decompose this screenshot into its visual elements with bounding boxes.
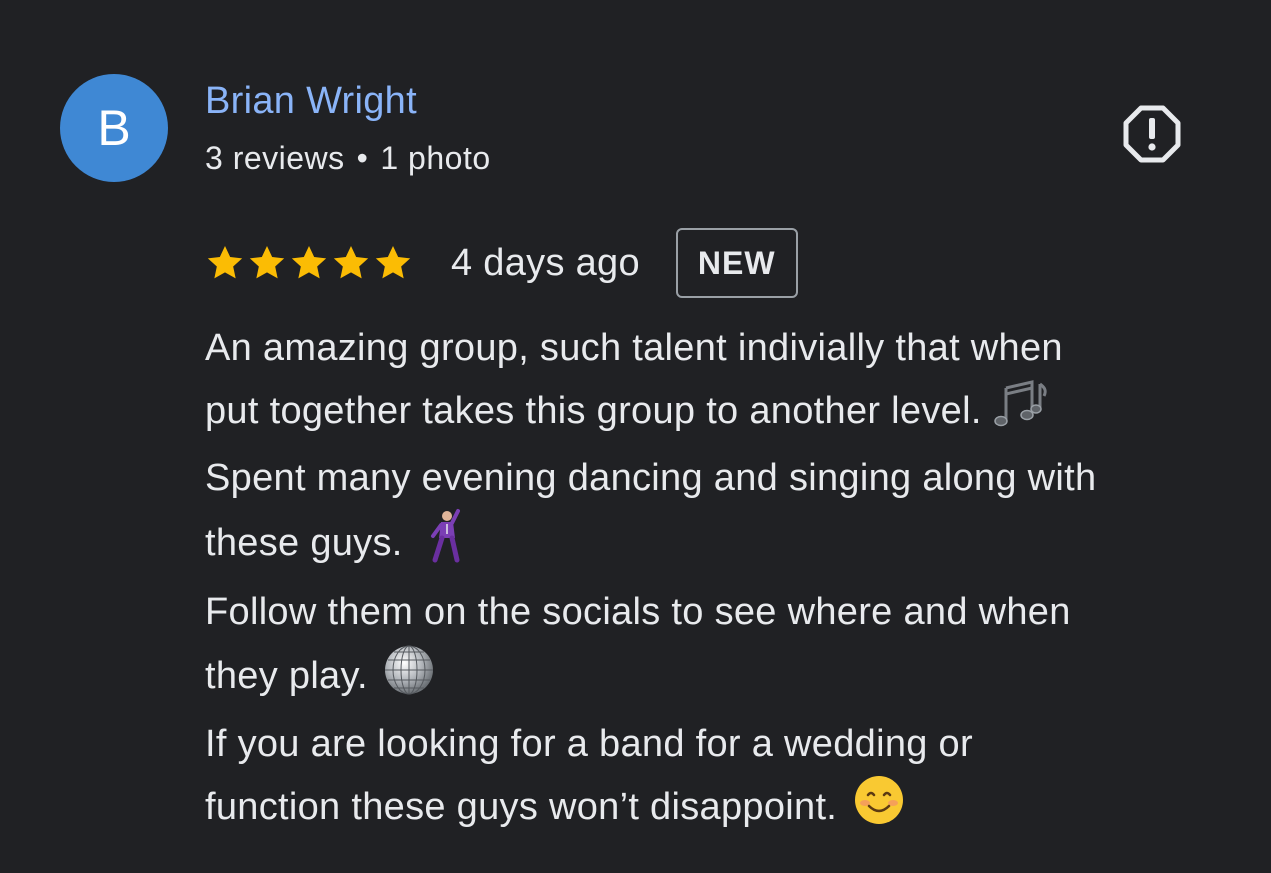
star-rating (205, 243, 413, 283)
star-icon (249, 246, 285, 279)
photos-count: 1 photo (380, 140, 491, 176)
author-name-link[interactable]: Brian Wright (205, 80, 417, 123)
review-text-line: these guys. (205, 508, 1215, 582)
review-text: An amazing group, such talent indivially… (205, 318, 1215, 844)
rating-row: 4 days ago NEW (205, 226, 798, 300)
star-icon (333, 246, 369, 279)
author-meta: 3 reviews • 1 photo (205, 140, 491, 177)
music-notes-icon (992, 378, 1048, 448)
report-flag-icon[interactable] (1122, 104, 1182, 164)
review-text-line: An amazing group, such talent indivially… (205, 327, 1063, 369)
new-badge: NEW (675, 228, 798, 298)
review-text-line: Spent many evening dancing and singing a… (205, 457, 1097, 499)
avatar-letter: B (97, 100, 131, 156)
smiling-face-icon (853, 774, 905, 844)
review-text-line: If you are looking for a band for a wedd… (205, 723, 973, 765)
review-text-line: they play. (205, 642, 1215, 714)
mirror-ball-icon (382, 642, 436, 714)
star-icon (291, 246, 327, 279)
review-card: B Brian Wright 3 reviews • 1 photo 4 days … (0, 0, 1271, 873)
man-dancing-icon (425, 508, 465, 582)
star-icon (375, 246, 411, 279)
reviews-count: 3 reviews (205, 140, 345, 176)
star-icon (207, 246, 243, 279)
review-text-line: put together takes this group to another… (205, 378, 1215, 448)
meta-separator: • (356, 140, 369, 176)
review-text-line: Follow them on the socials to see where … (205, 591, 1071, 633)
review-text-line: function these guys won’t disappoint. (205, 774, 1215, 844)
review-date: 4 days ago (451, 241, 640, 284)
avatar[interactable]: B (60, 74, 168, 182)
